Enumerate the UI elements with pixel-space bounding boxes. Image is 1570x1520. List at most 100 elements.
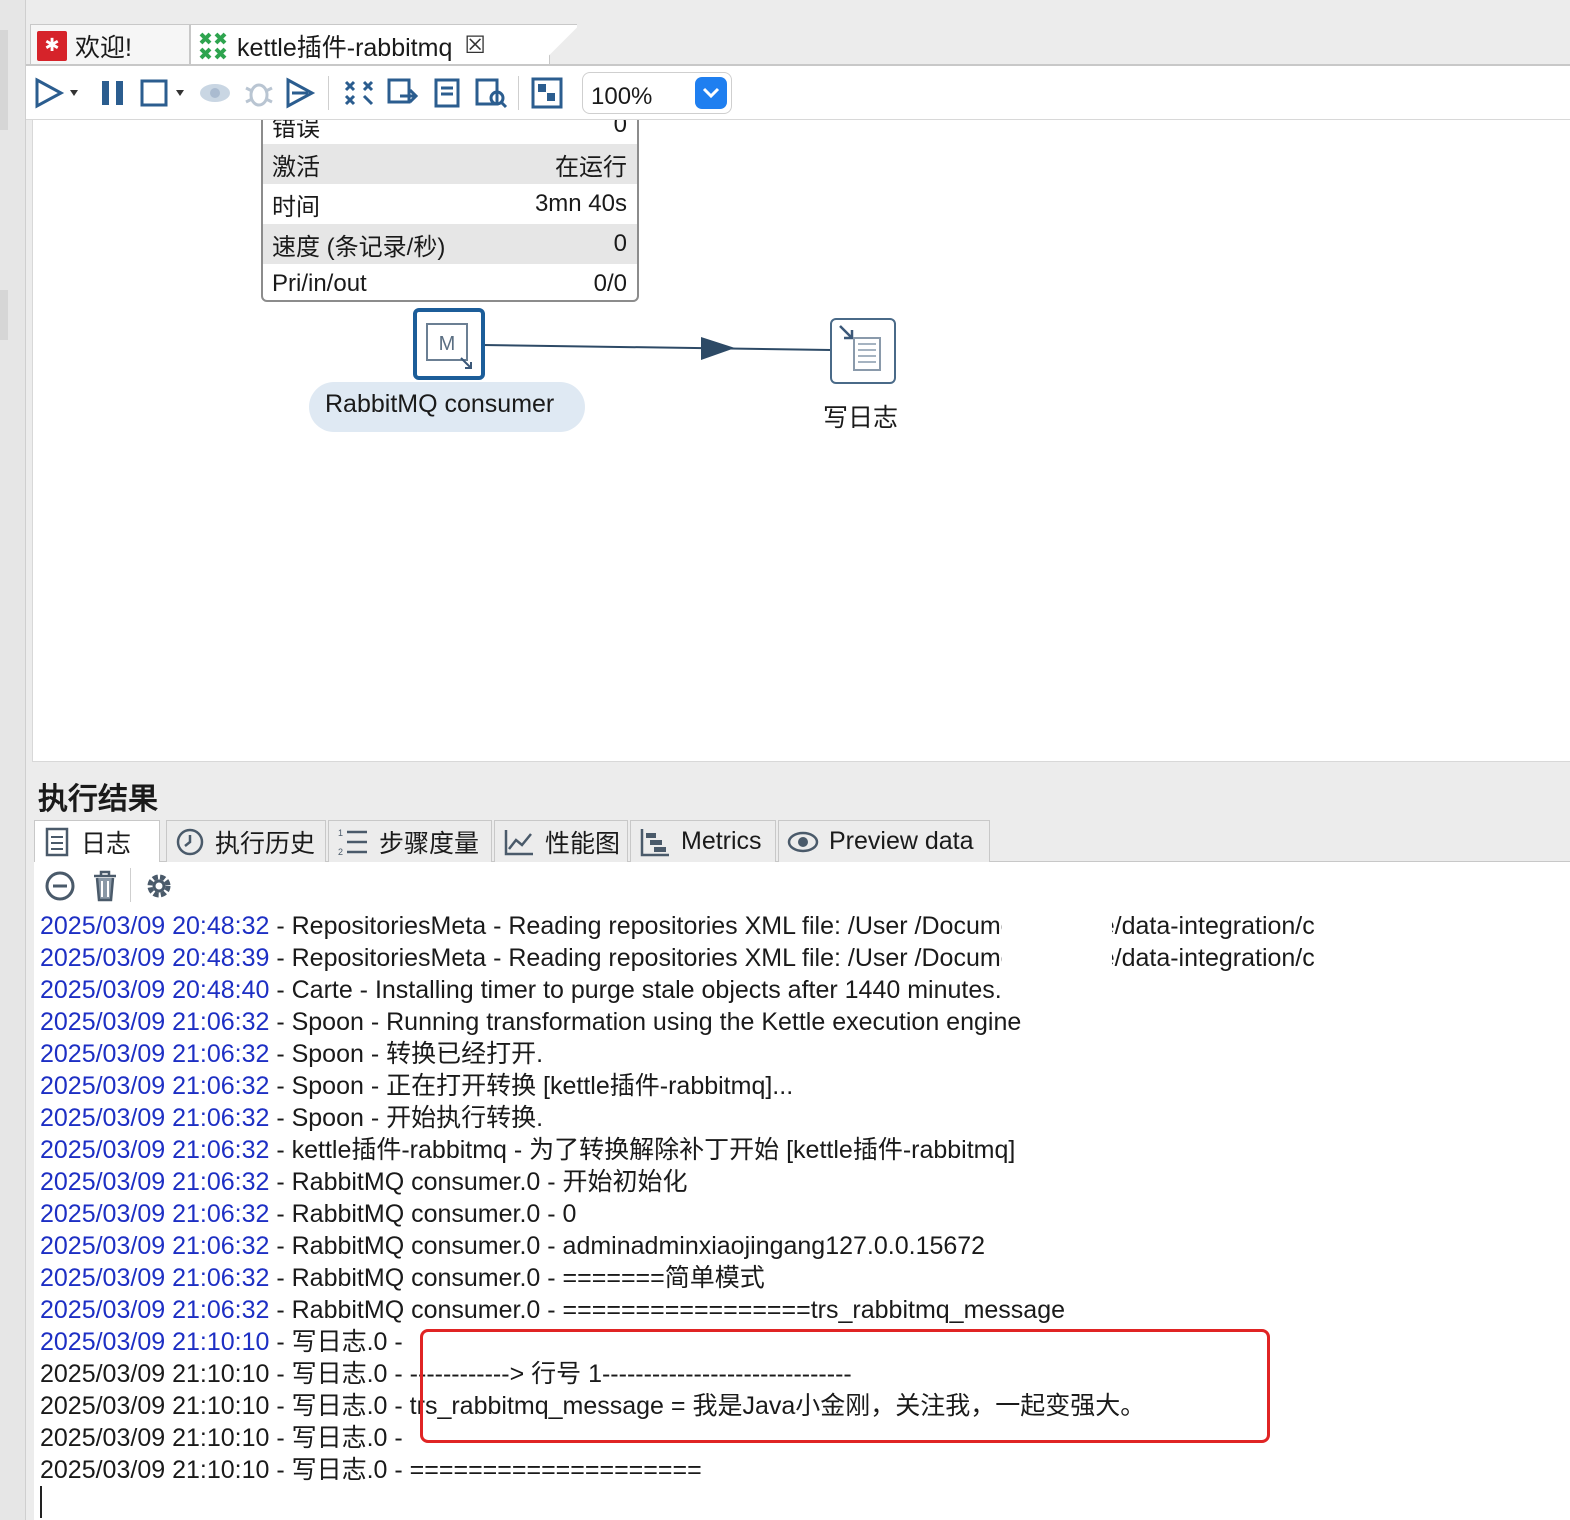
tab-perf-chart-label: 性能图: [545, 829, 621, 858]
log-message: - RabbitMQ consumer.0 - adminadminxiaoji…: [269, 1232, 986, 1260]
log-line: 2025/03/09 21:06:32 - Spoon - 开始执行转换.: [40, 1102, 543, 1134]
toolbar-separator: [518, 76, 519, 110]
svg-text:2: 2: [338, 847, 343, 857]
tab-preview-data[interactable]: Preview data: [778, 820, 990, 862]
log-line: 2025/03/09 21:06:32 - Spoon - 正在打开转换 [ke…: [40, 1070, 793, 1102]
close-tab-icon[interactable]: ☒: [464, 31, 486, 60]
log-timestamp: 2025/03/09 21:10:10: [40, 1360, 270, 1388]
toolbar-separator: [328, 76, 329, 110]
rabbitmq-step-icon: M: [426, 323, 472, 369]
log-line: 2025/03/09 21:06:32 - kettle插件-rabbitmq …: [40, 1134, 1015, 1166]
tab-log-label: 日志: [81, 829, 132, 858]
step-rabbitmq-consumer[interactable]: M: [413, 308, 485, 380]
step-write-log-label: 写日志: [823, 404, 899, 432]
chevron-down-icon: [702, 87, 720, 99]
execution-results-panel: 执行结果 日志 执行历史 12 步骤度量 性能图 Metrics Preview…: [26, 762, 1570, 1520]
tab-metrics[interactable]: Metrics: [630, 820, 776, 862]
gear-icon[interactable]: [142, 869, 176, 903]
step-write-log[interactable]: [830, 318, 896, 384]
log-timestamp: 2025/03/09 21:06:32: [40, 1168, 270, 1196]
log-line: 2025/03/09 21:06:32 - RabbitMQ consumer.…: [40, 1294, 1065, 1326]
log-message: - RabbitMQ consumer.0 - 开始初始化: [269, 1168, 688, 1196]
log-line: 2025/03/09 21:06:32 - RabbitMQ consumer.…: [40, 1166, 688, 1198]
log-line: 2025/03/09 21:10:10 - 写日志.0 -: [40, 1326, 403, 1358]
perf-chart-icon: [504, 829, 533, 855]
log-timestamp: 2025/03/09 21:06:32: [40, 1072, 270, 1100]
pause-icon[interactable]: [96, 76, 130, 110]
tab-transformation[interactable]: kettle插件-rabbitmq ☒: [190, 24, 577, 69]
log-message: - RabbitMQ consumer.0 - ================…: [269, 1296, 1066, 1324]
clear-log-icon[interactable]: [44, 870, 76, 902]
tab-metrics-label: Metrics: [681, 827, 762, 855]
debug-icon: [245, 83, 273, 107]
left-edge-handle: [0, 290, 8, 340]
redacted-area: [1002, 908, 1112, 976]
log-message: - RabbitMQ consumer.0 - 0: [269, 1200, 577, 1228]
run-icon[interactable]: [34, 76, 82, 110]
history-icon: [176, 828, 204, 855]
transformation-toolbar: 100%: [26, 66, 1570, 120]
log-timestamp: 2025/03/09 21:10:10: [40, 1456, 270, 1484]
log-timestamp: 2025/03/09 20:48:32: [40, 912, 270, 940]
verify-icon[interactable]: [342, 76, 376, 110]
zoom-select[interactable]: 100%: [582, 72, 732, 114]
log-message: - Spoon - 转换已经打开.: [269, 1040, 544, 1068]
text-cursor: [40, 1486, 42, 1518]
tab-performance-chart[interactable]: 性能图: [494, 820, 628, 862]
log-timestamp: 2025/03/09 21:06:32: [40, 1264, 270, 1292]
log-timestamp: 2025/03/09 21:06:32: [40, 1200, 270, 1228]
log-message: - Spoon - 开始执行转换.: [269, 1104, 544, 1132]
log-timestamp: 2025/03/09 21:10:10: [40, 1392, 270, 1420]
stop-icon[interactable]: [138, 76, 188, 110]
results-tab-bar: 日志 执行历史 12 步骤度量 性能图 Metrics Preview data: [34, 818, 1570, 862]
tab-history-label: 执行历史: [215, 829, 316, 858]
trash-icon[interactable]: [90, 869, 120, 903]
toolbar-separator: [130, 868, 131, 902]
metrics-icon: [640, 828, 669, 856]
hop-arrow[interactable]: [33, 120, 1570, 762]
log-timestamp: 2025/03/09 20:48:40: [40, 976, 270, 1004]
transformation-canvas[interactable]: 错误 0 激活 在运行 时间 3mn 40s 速度 (条记录/秒) 0 Pri/…: [32, 120, 1570, 762]
tab-step-metrics[interactable]: 12 步骤度量: [328, 820, 492, 862]
log-line: 2025/03/09 20:48:40 - Carte - Installing…: [40, 974, 1002, 1006]
log-message: - RabbitMQ consumer.0 - =======简单模式: [269, 1264, 765, 1292]
preview-icon: [200, 84, 230, 102]
log-timestamp: 2025/03/09 21:06:32: [40, 1296, 270, 1324]
step-metrics-icon: 12: [338, 828, 367, 857]
log-line: 2025/03/09 21:06:32 - RabbitMQ consumer.…: [40, 1230, 985, 1262]
log-timestamp: 2025/03/09 21:06:32: [40, 1104, 270, 1132]
step-rabbitmq-consumer-label: RabbitMQ consumer: [325, 390, 555, 418]
svg-text:1: 1: [338, 828, 343, 838]
log-toolbar: [34, 862, 1570, 908]
log-message: - RepositoriesMeta - Reading repositorie…: [269, 944, 1315, 972]
log-line: 2025/03/09 20:48:39 - RepositoriesMeta -…: [40, 942, 1315, 974]
log-line: 2025/03/09 21:06:32 - Spoon - Running tr…: [40, 1006, 1021, 1038]
log-line: 2025/03/09 20:48:32 - RepositoriesMeta -…: [40, 910, 1315, 942]
tab-welcome[interactable]: ✱ 欢迎!: [30, 24, 190, 66]
log-timestamp: 2025/03/09 20:48:39: [40, 944, 270, 972]
sql-icon[interactable]: [430, 76, 464, 110]
explore-db-icon[interactable]: [474, 76, 508, 110]
show-results-icon[interactable]: [530, 76, 564, 110]
svg-text:M: M: [439, 333, 456, 355]
log-timestamp: 2025/03/09 21:06:32: [40, 1008, 270, 1036]
zoom-dropdown-button[interactable]: [695, 77, 727, 109]
tab-transformation-label: kettle插件-rabbitmq: [237, 33, 453, 62]
impact-icon[interactable]: [386, 76, 420, 110]
tab-log[interactable]: 日志: [34, 820, 160, 862]
tab-execution-history[interactable]: 执行历史: [166, 820, 326, 862]
log-message: - Spoon - Running transformation using t…: [269, 1008, 1022, 1036]
log-output[interactable]: 2025/03/09 20:48:32 - RepositoriesMeta -…: [34, 908, 1570, 1520]
log-message: - Spoon - 正在打开转换 [kettle插件-rabbitmq]...: [269, 1072, 794, 1100]
replay-icon[interactable]: [284, 76, 318, 110]
tab-step-metrics-label: 步骤度量: [379, 829, 480, 858]
log-message: - RepositoriesMeta - Reading repositorie…: [269, 912, 1315, 940]
eye-icon: [787, 831, 819, 852]
log-message: - 写日志.0 - ====================: [269, 1456, 702, 1484]
zoom-value: 100%: [591, 83, 653, 110]
tab-preview-data-label: Preview data: [829, 827, 974, 855]
write-log-icon: [839, 325, 881, 371]
log-timestamp: 2025/03/09 21:10:10: [40, 1328, 270, 1356]
results-title: 执行结果: [38, 783, 158, 816]
log-line: 2025/03/09 21:06:32 - RabbitMQ consumer.…: [40, 1262, 765, 1294]
